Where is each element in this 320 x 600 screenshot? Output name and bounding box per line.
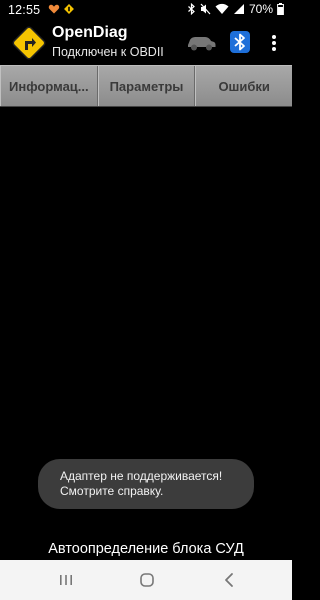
diamond-notification-icon <box>64 4 74 14</box>
screen: 12:55 70% OpenDiag Подключен к OBDII Инф… <box>0 0 292 600</box>
bluetooth-icon <box>188 3 195 15</box>
heart-notification-icon <box>48 4 60 14</box>
status-time: 12:55 <box>8 3 41 17</box>
ecu-detection-status: Автоопределение блока СУД <box>48 541 244 557</box>
home-icon[interactable] <box>138 571 156 589</box>
wifi-icon <box>215 3 229 14</box>
app-bar: OpenDiag Подключен к OBDII <box>0 21 292 64</box>
toast-message: Адаптер не поддерживается! Смотрите спра… <box>38 459 254 509</box>
app-logo-icon <box>12 26 46 60</box>
bluetooth-button[interactable] <box>229 30 251 54</box>
status-bar: 12:55 70% <box>0 0 292 21</box>
notification-icons <box>48 3 75 15</box>
connection-status: Подключен к OBDII <box>52 45 164 59</box>
status-right-icons: 70% <box>187 2 284 16</box>
mute-icon <box>200 3 211 15</box>
system-nav-bar <box>0 560 292 600</box>
overflow-menu-icon[interactable] <box>266 32 282 54</box>
tab-bar: Информац... Параметры Ошибки <box>0 65 292 107</box>
car-icon[interactable] <box>186 35 216 51</box>
back-icon[interactable] <box>222 571 236 589</box>
toast-line-1: Адаптер не поддерживается! <box>60 469 223 483</box>
tab-info[interactable]: Информац... <box>0 66 98 106</box>
app-title: OpenDiag <box>52 24 128 41</box>
recent-apps-icon[interactable] <box>58 572 74 588</box>
battery-percent: 70% <box>248 2 273 16</box>
signal-icon <box>233 4 244 14</box>
battery-icon <box>277 3 284 15</box>
tab-errors[interactable]: Ошибки <box>195 66 292 106</box>
tab-parameters[interactable]: Параметры <box>97 66 196 106</box>
toast-line-2: Смотрите справку. <box>60 484 164 498</box>
